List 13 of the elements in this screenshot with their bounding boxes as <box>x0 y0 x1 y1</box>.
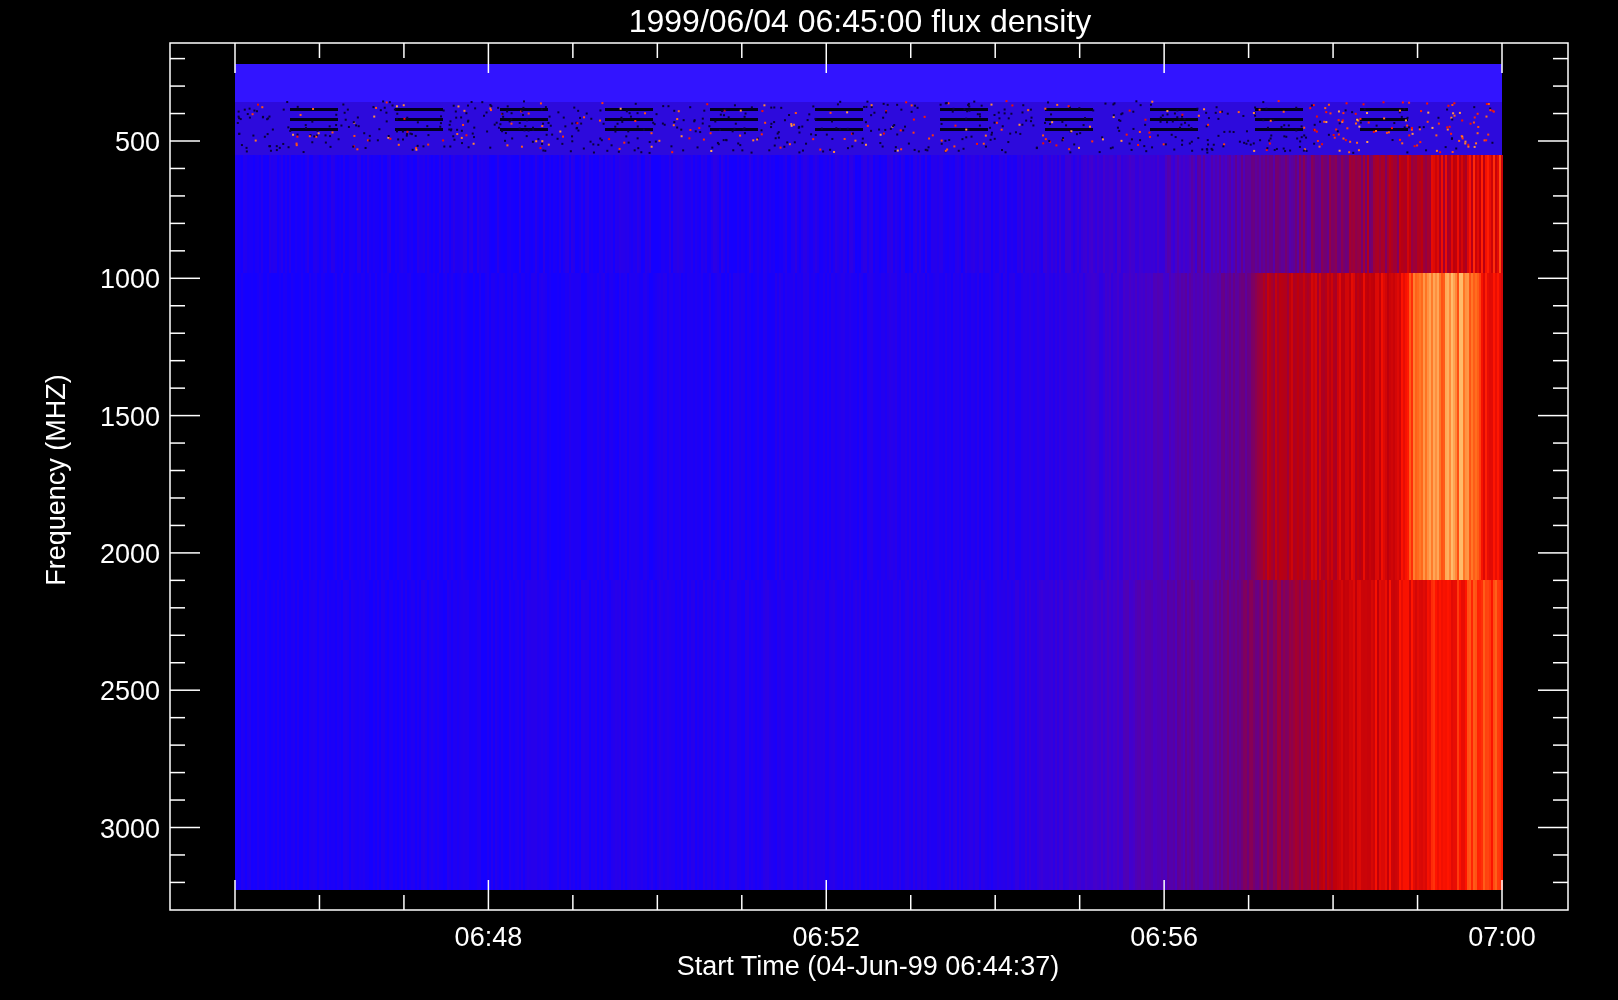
x-tick-label: 06:48 <box>454 922 523 952</box>
x-axis-label: Start Time (04-Jun-99 06:44:37) <box>676 951 1060 981</box>
y-axis-label: Frequency (MHZ) <box>41 374 71 586</box>
x-tick-label: 07:00 <box>1468 922 1536 952</box>
chart-title: 1999/06/04 06:45:00 flux density <box>628 3 1092 39</box>
y-tick-label: 2500 <box>99 676 160 707</box>
y-tick-label: 1500 <box>99 401 160 432</box>
y-tick-label: 1000 <box>99 264 160 295</box>
x-tick-label: 06:52 <box>792 922 861 952</box>
y-tick-label: 3000 <box>99 813 160 844</box>
y-tick-label: 2000 <box>99 538 160 569</box>
x-tick-label: 06:56 <box>1130 922 1198 952</box>
y-tick-label: 500 <box>114 127 160 157</box>
